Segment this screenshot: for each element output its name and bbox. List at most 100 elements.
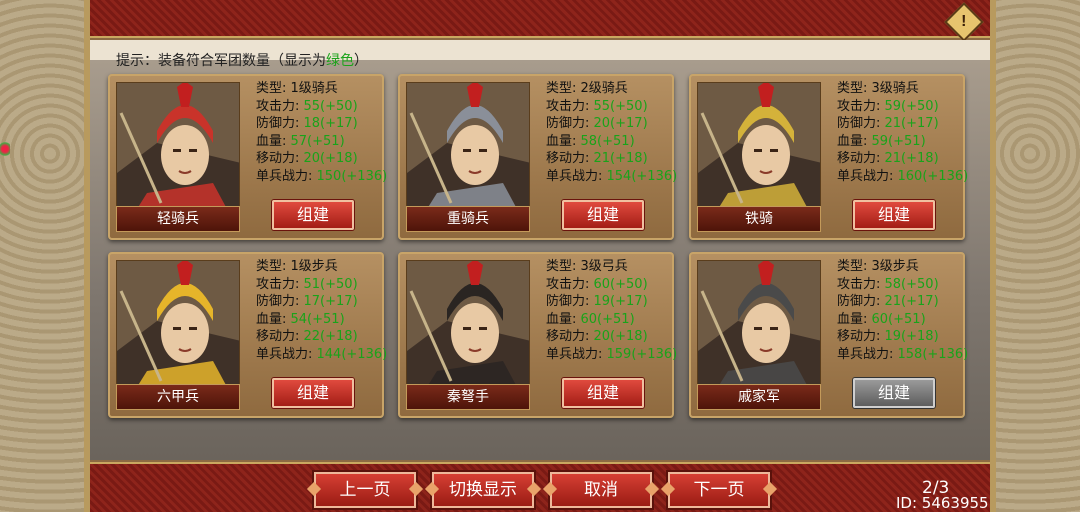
unit-portrait bbox=[697, 82, 821, 208]
stat-type: 类型: 3级弓兵 bbox=[546, 259, 628, 274]
stat-move: 移动力: 19(+18) bbox=[837, 329, 939, 345]
player-id: ID: 5463955 bbox=[896, 494, 989, 512]
unit-name: 秦弩手 bbox=[406, 384, 530, 410]
stat-attack: 攻击力: 60(+50) bbox=[546, 276, 648, 292]
stat-move: 移动力: 22(+18) bbox=[256, 329, 358, 345]
unit-portrait bbox=[116, 82, 240, 208]
stat-hp-value: 58(+51) bbox=[580, 133, 635, 149]
hint-green-word: 绿色 bbox=[326, 53, 354, 69]
unit-card: 铁骑 类型: 3级骑兵 攻击力: 59(+50) 防御力: 21(+17) 血量: 5… bbox=[689, 74, 968, 240]
stat-attack-value: 55(+50) bbox=[593, 98, 648, 114]
stat-attack-value: 59(+50) bbox=[884, 98, 939, 114]
unit-name: 戚家军 bbox=[697, 384, 821, 410]
unit-stats: 类型: 2级骑兵攻击力: 55(+50) 防御力: 20(+17) 血量: 58(+… bbox=[546, 80, 677, 186]
build-button[interactable]: 组建 bbox=[562, 378, 644, 408]
stat-defense-value: 21(+17) bbox=[884, 294, 939, 310]
stat-hp: 血量: 54(+51) bbox=[256, 311, 345, 327]
stat-power-value: 158(+136) bbox=[897, 346, 969, 362]
stat-defense: 防御力: 18(+17) bbox=[256, 116, 358, 132]
stat-move-value: 22(+18) bbox=[303, 329, 358, 345]
stat-attack-value: 60(+50) bbox=[593, 276, 648, 292]
stat-power: 单兵战力: 158(+136) bbox=[837, 346, 969, 362]
stat-type-value: 3级步兵 bbox=[871, 259, 919, 274]
unit-stats: 类型: 1级骑兵攻击力: 55(+50) 防御力: 18(+17) 血量: 57(+… bbox=[256, 80, 387, 186]
unit-name: 六甲兵 bbox=[116, 384, 240, 410]
unit-portrait bbox=[406, 260, 530, 386]
stat-attack-value: 55(+50) bbox=[303, 98, 358, 114]
unit-portrait bbox=[116, 260, 240, 386]
stat-type-value: 2级骑兵 bbox=[580, 81, 628, 96]
stat-move-value: 20(+18) bbox=[593, 329, 648, 345]
stat-attack: 攻击力: 55(+50) bbox=[546, 98, 648, 114]
stat-move: 移动力: 21(+18) bbox=[837, 151, 939, 167]
unit-name: 轻骑兵 bbox=[116, 206, 240, 232]
stat-move-value: 19(+18) bbox=[884, 329, 939, 345]
stat-attack: 攻击力: 59(+50) bbox=[837, 98, 939, 114]
stat-power: 单兵战力: 144(+136) bbox=[256, 346, 388, 362]
stat-type: 类型: 1级步兵 bbox=[256, 259, 338, 274]
unit-stats: 类型: 3级步兵攻击力: 58(+50) 防御力: 21(+17) 血量: 60(+… bbox=[837, 258, 968, 364]
stat-defense: 防御力: 20(+17) bbox=[546, 116, 648, 132]
unit-card: 重骑兵 类型: 2级骑兵 攻击力: 55(+50) 防御力: 20(+17) 血量: … bbox=[398, 74, 677, 240]
stat-defense-value: 17(+17) bbox=[303, 294, 358, 310]
stat-hp-value: 57(+51) bbox=[290, 133, 345, 149]
stat-defense-value: 20(+17) bbox=[593, 116, 648, 132]
toggle-display-button[interactable]: 切换显示 bbox=[432, 472, 534, 508]
unit-name: 铁骑 bbox=[697, 206, 821, 232]
unit-stats: 类型: 3级骑兵 攻击力: 59(+50) 防御力: 21(+17) 血量: 59(+… bbox=[837, 80, 968, 186]
build-button[interactable]: 组建 bbox=[272, 200, 354, 230]
stat-hp: 血量: 59(+51) bbox=[837, 133, 926, 149]
unit-portrait bbox=[406, 82, 530, 208]
stat-move: 移动力: 21(+18) bbox=[546, 151, 648, 167]
stat-power-value: 144(+136) bbox=[316, 346, 388, 362]
prev-page-button[interactable]: 上一页 bbox=[314, 472, 416, 508]
stat-move-value: 21(+18) bbox=[884, 151, 939, 167]
unit-stats: 类型: 3级弓兵攻击力: 60(+50) 防御力: 19(+17) 血量: 60(+… bbox=[546, 258, 677, 364]
stat-hp-value: 60(+51) bbox=[871, 311, 926, 327]
stat-power-value: 159(+136) bbox=[606, 346, 678, 362]
stat-type-value: 1级骑兵 bbox=[290, 81, 338, 96]
stat-attack: 攻击力: 51(+50) bbox=[256, 276, 358, 292]
hint-text: 提示：装备符合军团数量（显示为绿色） bbox=[116, 53, 368, 69]
stat-attack-value: 51(+50) bbox=[303, 276, 358, 292]
dialog-header bbox=[90, 0, 990, 38]
stat-attack-value: 58(+50) bbox=[884, 276, 939, 292]
build-button[interactable]: 组建 bbox=[853, 378, 935, 408]
stat-power-value: 154(+136) bbox=[606, 168, 678, 184]
stat-type: 类型: 3级步兵 bbox=[837, 259, 919, 274]
stat-move: 移动力: 20(+18) bbox=[256, 151, 358, 167]
stat-hp-value: 54(+51) bbox=[290, 311, 345, 327]
stat-power-value: 160(+136) bbox=[897, 168, 969, 184]
stat-attack: 攻击力: 58(+50) bbox=[837, 276, 939, 292]
stat-defense: 防御力: 19(+17) bbox=[546, 294, 648, 310]
stat-type: 类型: 2级骑兵 bbox=[546, 81, 628, 96]
build-button[interactable]: 组建 bbox=[562, 200, 644, 230]
side-tab-icon[interactable] bbox=[0, 140, 10, 158]
stat-hp: 血量: 58(+51) bbox=[546, 133, 635, 149]
stat-type: 类型: 1级骑兵 bbox=[256, 81, 338, 96]
build-button[interactable]: 组建 bbox=[272, 378, 354, 408]
cancel-button[interactable]: 取消 bbox=[550, 472, 652, 508]
unit-card: 六甲兵 类型: 1级步兵攻击力: 51(+50) 防御力: 17(+17) 血量: … bbox=[108, 252, 387, 418]
stat-power: 单兵战力: 160(+136) bbox=[837, 168, 969, 184]
stat-type-value: 3级弓兵 bbox=[580, 259, 628, 274]
stat-power: 单兵战力: 159(+136) bbox=[546, 346, 678, 362]
stat-hp-value: 59(+51) bbox=[871, 133, 926, 149]
stat-power: 单兵战力: 154(+136) bbox=[546, 168, 678, 184]
stat-attack: 攻击力: 55(+50) bbox=[256, 98, 358, 114]
stat-defense-value: 21(+17) bbox=[884, 116, 939, 132]
stat-move: 移动力: 20(+18) bbox=[546, 329, 648, 345]
stat-defense: 防御力: 17(+17) bbox=[256, 294, 358, 310]
stat-type-value: 3级骑兵 bbox=[871, 81, 919, 96]
unit-card: 轻骑兵 类型: 1级骑兵攻击力: 55(+50) 防御力: 18(+17) 血量: … bbox=[108, 74, 387, 240]
build-button[interactable]: 组建 bbox=[853, 200, 935, 230]
stat-hp: 血量: 60(+51) bbox=[837, 311, 926, 327]
stat-hp-value: 60(+51) bbox=[580, 311, 635, 327]
next-page-button[interactable]: 下一页 bbox=[668, 472, 770, 508]
stat-hp: 血量: 57(+51) bbox=[256, 133, 345, 149]
stat-type-value: 1级步兵 bbox=[290, 259, 338, 274]
stat-hp: 血量: 60(+51) bbox=[546, 311, 635, 327]
stat-move-value: 21(+18) bbox=[593, 151, 648, 167]
unit-stats: 类型: 1级步兵攻击力: 51(+50) 防御力: 17(+17) 血量: 54(+… bbox=[256, 258, 387, 364]
stat-defense: 防御力: 21(+17) bbox=[837, 294, 939, 310]
